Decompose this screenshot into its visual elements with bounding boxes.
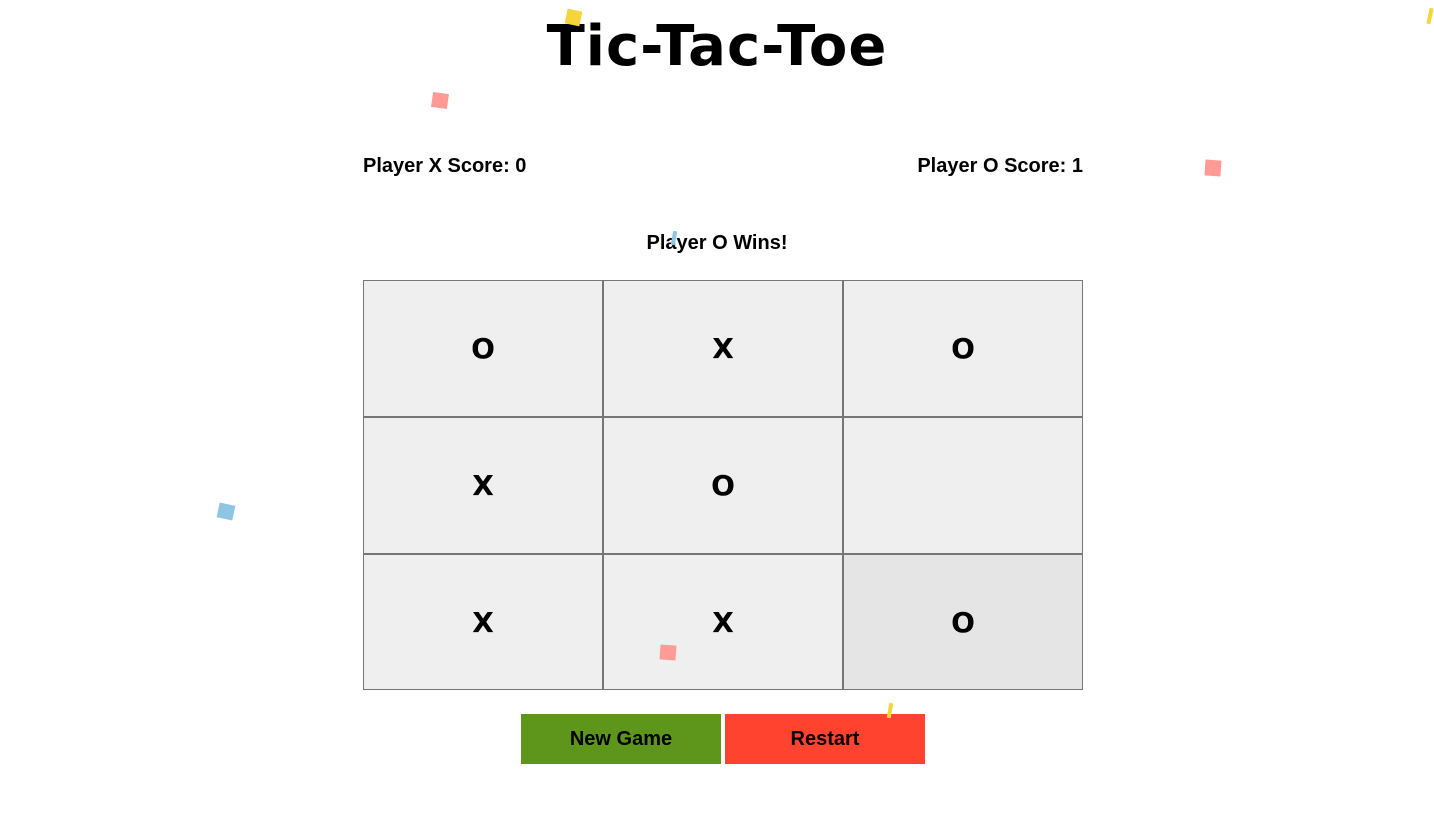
confetti-piece (216, 502, 236, 521)
player-o-score: Player O Score: 1 (917, 155, 1083, 177)
board-cell-5[interactable]: O (603, 417, 843, 554)
board-cell-8[interactable]: X (603, 554, 843, 690)
restart-button[interactable]: Restart (725, 714, 925, 764)
board-cell-1[interactable]: O (363, 280, 603, 417)
game-status-message: Player O Wins! (646, 232, 788, 254)
board-cell-4[interactable]: X (363, 417, 603, 554)
board-cell-7[interactable]: X (363, 554, 603, 690)
page-title: Tic-Tac-Toe (546, 14, 888, 79)
player-x-score: Player X Score: 0 (363, 155, 527, 177)
game-board: O X O X O X X O (363, 280, 1083, 690)
new-game-button[interactable]: New Game (521, 714, 721, 764)
confetti-piece (1204, 159, 1222, 177)
board-cell-3[interactable]: O (843, 280, 1083, 417)
board-cell-6[interactable] (843, 417, 1083, 554)
confetti-piece (431, 91, 449, 110)
board-cell-9[interactable]: O (843, 554, 1083, 690)
game-page: Tic-Tac-Toe Player X Score: 0 Player O S… (0, 0, 1434, 815)
board-cell-2[interactable]: X (603, 280, 843, 417)
